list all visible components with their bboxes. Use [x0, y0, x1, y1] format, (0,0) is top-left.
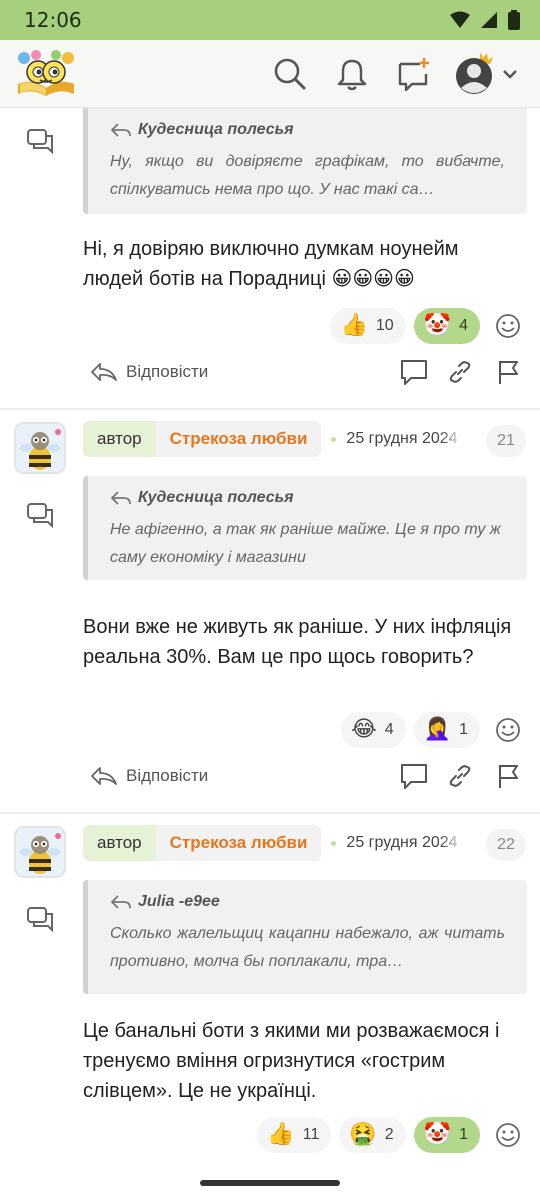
reply-arrow-icon — [110, 895, 131, 909]
quote-text: Ну, якщо ви довіряєте графікам, то вибач… — [110, 153, 505, 198]
post-date: 25 грудня 2024 — [346, 430, 458, 447]
post-divider — [0, 812, 540, 814]
battery-icon — [508, 10, 520, 30]
flag-icon[interactable] — [492, 760, 524, 792]
quote-block[interactable]: Кудесница полесья Не афігенно, а так як … — [83, 476, 527, 580]
reaction-facepalm[interactable]: 🤦‍♀️ 1 — [413, 712, 480, 748]
author-name[interactable]: Стрекоза любви — [155, 421, 322, 457]
quote-block[interactable]: Julia -e9ee Сколько жалельщиц кацапни на… — [83, 880, 527, 994]
chevron-down-icon — [503, 70, 517, 79]
reactions-row: 👍 10 🤡 4 — [330, 308, 524, 344]
search-icon[interactable] — [270, 54, 310, 94]
quote-author: Кудесница полесья — [110, 486, 505, 510]
wifi-icon — [450, 11, 470, 28]
quote-author-name: Кудесница полесья — [138, 121, 294, 138]
add-reaction-icon[interactable] — [492, 1119, 524, 1151]
reply-button[interactable]: Відповісти — [90, 352, 208, 392]
reaction-emoji: 🤮 — [349, 1122, 377, 1147]
status-time: 12:06 — [24, 8, 82, 32]
quote-author-name: Кудесница полесья — [138, 489, 294, 506]
comment-actions: Відповісти — [0, 352, 540, 392]
add-reaction-icon[interactable] — [492, 714, 524, 746]
app-header — [0, 40, 540, 108]
reaction-clown[interactable]: 🤡 1 — [413, 1117, 480, 1153]
reaction-count: 11 — [302, 1126, 320, 1143]
comment-text: Це банальні боти з якими ми розважаємося… — [83, 1020, 500, 1102]
signal-icon — [481, 12, 497, 28]
replies-icon[interactable] — [26, 502, 56, 529]
quote-author: Кудесница полесья — [110, 118, 505, 142]
reaction-thumbs-up[interactable]: 👍 10 — [330, 308, 406, 344]
link-icon[interactable] — [444, 760, 476, 792]
comment-actions: Відповісти — [0, 756, 540, 796]
reaction-count: 10 — [375, 317, 394, 334]
author-name[interactable]: Стрекоза любви — [155, 825, 322, 861]
comment-text: Вони вже не живуть як раніше. У них інфл… — [83, 616, 512, 668]
reaction-count: 4 — [459, 317, 468, 334]
reply-arrow-icon — [110, 123, 131, 137]
reaction-count: 4 — [384, 721, 394, 738]
author-row: автор Стрекоза любви 25 грудня 2024 — [83, 825, 464, 861]
replies-icon[interactable] — [26, 128, 56, 155]
reply-label: Відповісти — [126, 766, 209, 785]
app-logo[interactable] — [14, 48, 78, 100]
reply-icon — [91, 767, 117, 785]
link-icon[interactable] — [444, 356, 476, 388]
reaction-count: 2 — [384, 1126, 394, 1143]
reaction-count: 1 — [459, 1126, 468, 1143]
reaction-emoji: 🤡 — [423, 1122, 452, 1147]
comment-bubble-icon[interactable] — [398, 356, 430, 388]
reaction-count: 1 — [459, 721, 468, 738]
reply-arrow-icon — [110, 491, 131, 505]
account-menu-button[interactable] — [452, 52, 522, 94]
post-divider — [0, 408, 540, 410]
quote-block[interactable]: Кудесница полесья Ну, якщо ви довіряєте … — [83, 108, 527, 214]
author-tag: автор — [83, 825, 156, 861]
reaction-emoji: 🤡 — [423, 313, 452, 338]
status-bar: 12:06 — [0, 0, 540, 40]
quote-author-name: Julia -e9ee — [138, 893, 220, 910]
author-row: автор Стрекоза любви 25 грудня 2024 — [83, 421, 464, 457]
author-tag: автор — [83, 421, 156, 457]
reactions-row: 👍 11 🤮 2 🤡 1 — [257, 1117, 524, 1153]
reply-button[interactable]: Відповісти — [90, 756, 208, 796]
comment-text: Ні, я довіряю виключно думкам ноунейм лю… — [83, 238, 459, 290]
flag-icon[interactable] — [492, 356, 524, 388]
reaction-clown[interactable]: 🤡 4 — [413, 308, 480, 344]
avatar-icon — [456, 52, 493, 94]
reaction-emoji: 👍 — [340, 313, 368, 338]
user-avatar[interactable] — [14, 826, 66, 878]
reply-icon — [91, 363, 117, 381]
replies-icon[interactable] — [26, 906, 56, 933]
separator-dot — [331, 840, 337, 846]
quote-text: Сколько жалельщиц кацапни набежало, аж ч… — [110, 925, 505, 970]
gesture-nav-bar[interactable] — [200, 1180, 340, 1186]
add-reaction-icon[interactable] — [492, 310, 524, 342]
new-chat-icon[interactable] — [394, 54, 434, 94]
reaction-laughing[interactable]: 😂 4 — [341, 712, 406, 748]
quote-text: Не афігенно, а так як раніше майже. Це я… — [110, 521, 501, 566]
reaction-emoji: 🤦‍♀️ — [423, 717, 452, 742]
post-number[interactable]: 22 — [486, 829, 526, 861]
bell-icon[interactable] — [332, 54, 372, 94]
reaction-emoji: 👍 — [267, 1122, 295, 1147]
reaction-emoji: 😂 — [351, 717, 377, 742]
reaction-vomit[interactable]: 🤮 2 — [339, 1117, 406, 1153]
post-number[interactable]: 21 — [486, 425, 526, 457]
reactions-row: 😂 4 🤦‍♀️ 1 — [341, 712, 524, 748]
post-date: 25 грудня 2024 — [346, 834, 458, 851]
reply-label: Відповісти — [126, 362, 209, 381]
user-avatar[interactable] — [14, 422, 66, 474]
reaction-thumbs-up[interactable]: 👍 11 — [257, 1117, 332, 1153]
quote-author: Julia -e9ee — [110, 890, 505, 914]
separator-dot — [331, 436, 337, 442]
comment-bubble-icon[interactable] — [398, 760, 430, 792]
status-icons — [450, 10, 520, 30]
